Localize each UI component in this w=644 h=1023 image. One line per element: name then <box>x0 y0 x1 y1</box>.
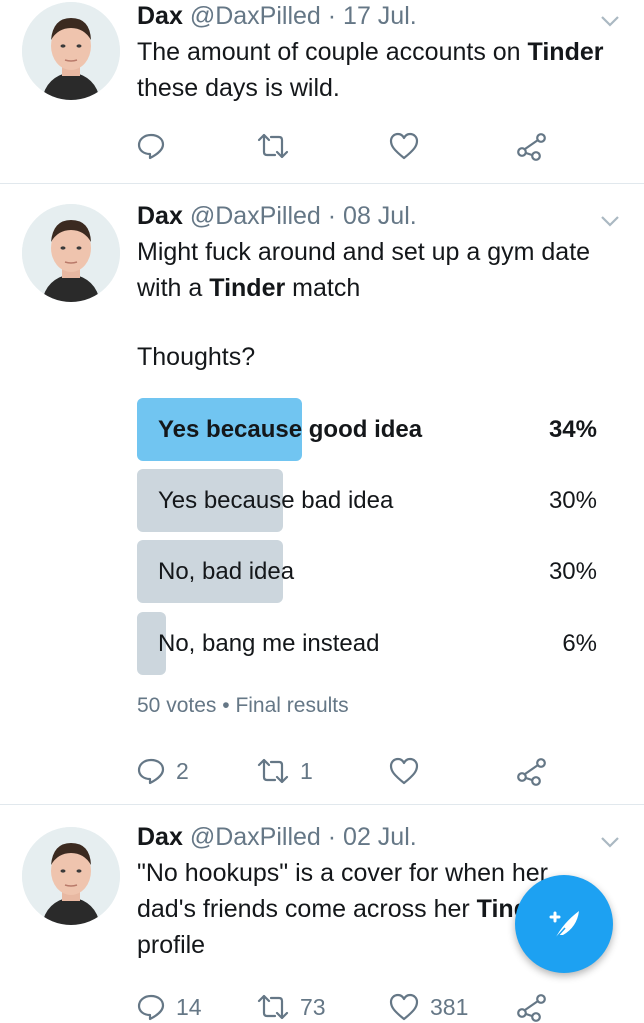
reply-icon <box>137 133 165 160</box>
poll-option: Yes because bad idea 30% <box>137 469 607 532</box>
like-icon <box>389 993 419 1021</box>
share-icon <box>517 994 546 1022</box>
tweet-text-part: profile <box>137 931 206 959</box>
tweet-text-part: these days is wild. <box>137 74 340 102</box>
chevron-down-icon[interactable] <box>600 835 620 849</box>
tweet-date[interactable]: 02 Jul. <box>343 823 417 851</box>
tweet-actions: 2 1 <box>0 751 644 791</box>
like-button[interactable]: 381 <box>388 987 468 1023</box>
author-handle[interactable]: @DaxPilled <box>190 823 321 851</box>
separator: · <box>327 202 337 230</box>
retweet-icon <box>257 994 289 1020</box>
retweet-icon <box>257 133 289 159</box>
tweet-text-part: Might fuck around and set up a gym date … <box>137 238 591 302</box>
tweet-header: Dax @DaxPilled · 08 Jul. <box>137 202 417 231</box>
poll-option-label: No, bang me instead <box>158 630 380 657</box>
poll-option: Yes because good idea 34% <box>137 398 607 461</box>
poll-option-label: Yes because good idea <box>158 416 423 443</box>
like-icon <box>389 132 419 160</box>
avatar[interactable] <box>22 827 120 925</box>
reply-button[interactable]: 2 <box>136 751 189 791</box>
tweet-header: Dax @DaxPilled · 17 Jul. <box>137 2 417 31</box>
tweet-text-line: Thoughts? <box>137 339 607 375</box>
poll-meta: 50 votes • Final results <box>137 694 349 718</box>
tweet-text: Might fuck around and set up a gym date … <box>137 234 607 306</box>
share-icon <box>517 133 546 161</box>
poll-option: No, bang me instead 6% <box>137 612 607 675</box>
poll-option-percent: 30% <box>548 558 597 585</box>
like-button[interactable] <box>388 126 420 166</box>
author-handle[interactable]: @DaxPilled <box>190 2 321 30</box>
profile-photo-icon <box>22 204 120 302</box>
tweet-date[interactable]: 08 Jul. <box>343 202 417 230</box>
retweet-button[interactable] <box>256 126 290 166</box>
profile-photo-icon <box>22 2 120 100</box>
reply-button[interactable] <box>136 126 166 166</box>
tweet-date[interactable]: 17 Jul. <box>343 2 417 30</box>
like-button[interactable] <box>388 751 420 791</box>
reply-icon <box>137 758 165 785</box>
avatar[interactable] <box>22 204 120 302</box>
author-name[interactable]: Dax <box>137 202 183 230</box>
chevron-down-icon[interactable] <box>600 14 620 28</box>
tweet-header: Dax @DaxPilled · 02 Jul. <box>137 823 417 852</box>
retweet-button[interactable]: 73 <box>256 987 326 1023</box>
reply-count: 14 <box>176 993 202 1020</box>
poll-status: Final results <box>235 694 349 717</box>
reply-button[interactable]: 14 <box>136 987 202 1023</box>
reply-count: 2 <box>176 757 189 784</box>
poll-option-label: Yes because bad idea <box>158 487 394 514</box>
poll-option-percent: 6% <box>562 630 597 657</box>
separator: · <box>327 823 337 851</box>
share-icon <box>517 758 546 786</box>
chevron-down-icon[interactable] <box>600 214 620 228</box>
share-button[interactable] <box>516 751 548 791</box>
poll-votes: 50 votes <box>137 694 217 717</box>
profile-photo-icon <box>22 827 120 925</box>
share-button[interactable] <box>516 126 548 166</box>
separator: · <box>327 2 337 30</box>
retweet-button[interactable]: 1 <box>256 751 313 791</box>
author-name[interactable]: Dax <box>137 2 183 30</box>
compose-tweet-icon <box>549 911 579 940</box>
separator: • <box>222 694 230 717</box>
retweet-icon <box>257 758 289 784</box>
poll-option-percent: 34% <box>548 416 597 443</box>
tweet-text-highlight[interactable]: Tinder <box>528 38 604 66</box>
like-count: 381 <box>430 993 469 1020</box>
avatar[interactable] <box>22 2 120 100</box>
tweet-actions <box>0 126 644 166</box>
tweet-1[interactable]: Dax @DaxPilled · 17 Jul. The amount of c… <box>0 0 644 184</box>
like-icon <box>389 757 419 785</box>
poll-option: No, bad idea 30% <box>137 540 607 603</box>
author-handle[interactable]: @DaxPilled <box>190 202 321 230</box>
poll-option-label: No, bad idea <box>158 558 295 585</box>
retweet-count: 73 <box>300 993 326 1020</box>
reply-icon <box>137 994 165 1021</box>
compose-tweet-button[interactable] <box>515 875 613 973</box>
tweet-text-part: Thoughts? <box>137 343 256 371</box>
tweet-text: The amount of couple accounts on Tinder … <box>137 34 607 106</box>
tweet-text-highlight[interactable]: Tinder <box>209 274 285 302</box>
share-button[interactable] <box>516 987 548 1023</box>
tweet-actions: 14 73 381 <box>0 987 644 1023</box>
author-name[interactable]: Dax <box>137 823 183 851</box>
tweet-text-part: match <box>285 274 361 302</box>
tweet-text-part: The amount of couple accounts on <box>137 38 528 66</box>
retweet-count: 1 <box>300 757 313 784</box>
tweet-2[interactable]: Dax @DaxPilled · 08 Jul. Might fuck arou… <box>0 184 644 805</box>
poll-option-percent: 30% <box>548 487 597 514</box>
